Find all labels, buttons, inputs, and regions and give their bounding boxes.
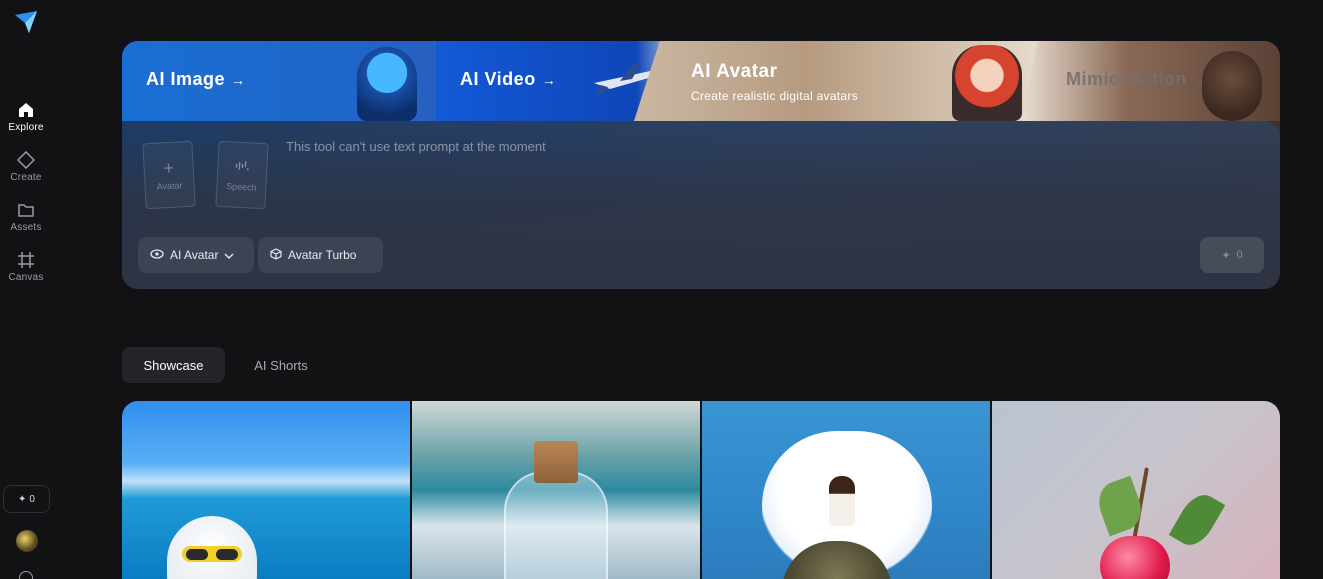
sidebar-item-create[interactable]: Create xyxy=(0,150,52,194)
sparkle-icon: ✦ xyxy=(1221,249,1231,262)
tab-subtitle: Create realistic digital avatars xyxy=(691,89,858,103)
cork-illustration xyxy=(534,441,578,483)
folder-icon xyxy=(16,200,36,220)
plus-icon: + xyxy=(162,157,175,179)
speech-upload-slot[interactable]: Speech xyxy=(215,140,269,210)
tab-title: AI Video xyxy=(460,69,536,89)
tab-ai-shorts[interactable]: AI Shorts xyxy=(235,347,327,383)
bottle-illustration xyxy=(504,471,608,579)
sidebar-item-assets[interactable]: Assets xyxy=(0,200,52,244)
speech-icon xyxy=(234,158,251,178)
frame-icon xyxy=(16,250,36,270)
tab-ai-image[interactable]: AI Image → xyxy=(122,41,442,121)
sidebar-item-explore[interactable]: Explore xyxy=(0,100,52,144)
sidebar-item-label: Explore xyxy=(8,122,44,133)
help-icon[interactable] xyxy=(19,571,33,579)
turbo-label: Avatar Turbo xyxy=(288,248,357,262)
gallery-item[interactable] xyxy=(122,401,410,579)
gallery-item[interactable] xyxy=(412,401,700,579)
gallery-item[interactable] xyxy=(992,401,1280,579)
hero-panel: AI Image → AI Video → AI Avatar Create rea… xyxy=(122,41,1280,289)
sidebar: Explore Create Assets Canvas ✦ 0 xyxy=(0,0,52,579)
credits-count: 0 xyxy=(29,493,35,505)
slot-label: Avatar xyxy=(156,180,183,192)
app-logo-icon[interactable] xyxy=(13,9,39,35)
sidebar-item-label: Canvas xyxy=(8,272,44,283)
slot-label: Speech xyxy=(225,180,257,193)
leaf-illustration xyxy=(1092,475,1148,537)
gallery-item[interactable] xyxy=(702,401,990,579)
avatar-turbo-button[interactable]: Avatar Turbo xyxy=(258,237,383,273)
tab-title: AI Avatar xyxy=(691,61,778,82)
cherry-illustration xyxy=(1100,536,1170,579)
tool-tabs: AI Image → AI Video → AI Avatar Create rea… xyxy=(122,41,1280,121)
sidebar-item-label: Assets xyxy=(10,222,42,233)
input-panel: + Avatar Speech This tool can't use text… xyxy=(122,121,1280,289)
diamond-icon xyxy=(16,150,36,170)
tab-title: AI Image xyxy=(146,69,226,89)
sidebar-item-label: Create xyxy=(10,172,42,183)
credits-badge[interactable]: ✦ 0 xyxy=(3,485,50,513)
model-select[interactable]: AI Avatar xyxy=(138,237,254,273)
avatar-illustration xyxy=(952,45,1022,121)
generate-cost: 0 xyxy=(1236,249,1243,261)
girl-illustration xyxy=(829,476,855,526)
model-label: AI Avatar xyxy=(170,248,219,262)
prompt-input[interactable]: This tool can't use text prompt at the m… xyxy=(286,139,546,154)
chevron-down-icon xyxy=(224,248,234,262)
home-icon xyxy=(16,100,36,120)
cube-icon xyxy=(270,247,282,263)
mimic-illustration xyxy=(1202,51,1262,121)
arrow-right-icon: → xyxy=(231,72,246,88)
leaf-illustration xyxy=(1168,488,1226,552)
sparkle-icon: ✦ xyxy=(18,493,27,505)
avatar[interactable] xyxy=(16,530,38,552)
avatar-upload-slot[interactable]: + Avatar xyxy=(142,140,196,210)
sidebar-item-canvas[interactable]: Canvas xyxy=(0,250,52,294)
tab-showcase[interactable]: Showcase xyxy=(122,347,225,383)
tab-illustration xyxy=(357,47,417,121)
showcase-gallery xyxy=(122,401,1280,579)
tab-title: Mimic Motion xyxy=(1066,69,1187,89)
arrow-right-icon: → xyxy=(541,72,557,88)
sunglasses-illustration xyxy=(182,546,242,562)
generate-button[interactable]: ✦ 0 xyxy=(1200,237,1264,273)
eye-icon xyxy=(150,248,164,262)
